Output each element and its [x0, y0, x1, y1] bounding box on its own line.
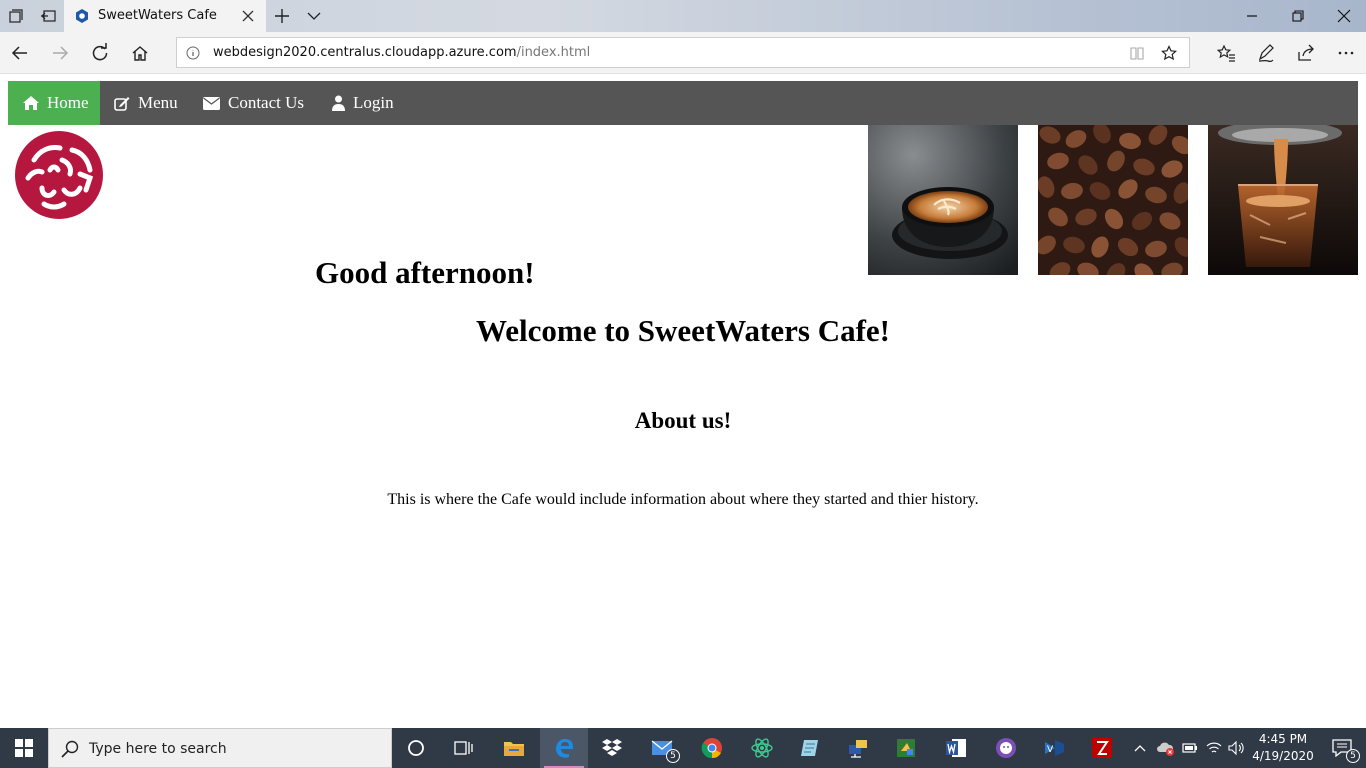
reading-view-icon[interactable] [1129, 45, 1145, 61]
windows-start-icon[interactable] [0, 728, 48, 768]
restore-icon[interactable] [1288, 6, 1308, 26]
taskbar-search-input[interactable]: Type here to search [48, 728, 392, 768]
tab-preview-icon[interactable] [6, 6, 26, 26]
clock-time: 4:45 PM [1258, 732, 1308, 746]
windows-taskbar: Type here to search 5 V 4:45 PM 4/19/202… [0, 728, 1366, 768]
minimize-icon[interactable] [1242, 6, 1262, 26]
new-tab-icon[interactable] [273, 7, 291, 25]
sync-tool-icon[interactable] [882, 728, 930, 768]
more-menu-icon[interactable] [1336, 43, 1356, 63]
edge-browser-icon[interactable] [540, 728, 588, 768]
clock-date: 4/19/2020 [1252, 749, 1314, 763]
atom-editor-icon[interactable] [738, 728, 786, 768]
cortana-icon[interactable] [392, 728, 440, 768]
svg-text:V: V [1047, 745, 1054, 755]
address-bar[interactable]: webdesign2020.centralus.cloudapp.azure.c… [176, 37, 1190, 68]
url-text: webdesign2020.centralus.cloudapp.azure.c… [213, 45, 590, 60]
home-icon [23, 96, 39, 110]
github-desktop-icon[interactable] [982, 728, 1030, 768]
nav-menu-label: Menu [138, 93, 178, 112]
chrome-icon[interactable] [688, 728, 736, 768]
greeting-heading: Good afternoon! [315, 255, 535, 290]
notes-app-icon[interactable] [786, 728, 834, 768]
edit-icon [114, 96, 130, 111]
back-arrow-icon[interactable] [10, 43, 30, 63]
set-aside-tabs-icon[interactable] [38, 6, 58, 26]
nav-home[interactable]: Home [8, 81, 100, 125]
refresh-icon[interactable] [90, 43, 110, 63]
share-icon[interactable] [1296, 43, 1316, 63]
welcome-heading: Welcome to SweetWaters Cafe! [475, 313, 891, 348]
site-navbar: Home Menu Contact Us Login [8, 81, 1358, 125]
network-tool-icon[interactable] [834, 728, 882, 768]
filezilla-icon[interactable] [1078, 728, 1126, 768]
cloud-sync-error-icon[interactable] [1154, 728, 1178, 768]
close-tab-icon[interactable] [240, 8, 256, 24]
favicon-icon [74, 8, 90, 24]
nav-menu[interactable]: Menu [114, 81, 178, 125]
nav-login-label: Login [353, 93, 394, 112]
about-paragraph: This is where the Cafe would include inf… [387, 491, 979, 508]
search-icon [61, 740, 79, 758]
url-host: webdesign2020.centralus.cloudapp.azure.c… [213, 45, 517, 60]
tab-title: SweetWaters Cafe [98, 8, 217, 23]
wifi-icon[interactable] [1204, 728, 1224, 768]
word-icon[interactable] [932, 728, 980, 768]
coffee-beans-photo [1038, 125, 1188, 275]
pen-notes-icon[interactable] [1256, 43, 1276, 63]
notifications-count-badge: 5 [1346, 749, 1360, 763]
nav-home-label: Home [47, 93, 89, 112]
envelope-icon [203, 96, 220, 110]
notifications-icon[interactable]: 5 [1318, 728, 1366, 768]
taskbar-clock[interactable]: 4:45 PM 4/19/2020 [1252, 731, 1314, 765]
volume-icon[interactable] [1226, 728, 1248, 768]
chevron-up-icon[interactable] [1130, 728, 1150, 768]
browser-tab-strip: SweetWaters Cafe [0, 0, 1366, 32]
nav-contact[interactable]: Contact Us [203, 81, 304, 125]
espresso-pour-photo [1208, 125, 1358, 275]
favorites-list-icon[interactable] [1216, 43, 1236, 63]
dropbox-icon[interactable] [588, 728, 636, 768]
mail-count-badge: 5 [666, 749, 680, 763]
visual-studio-icon[interactable]: V [1030, 728, 1078, 768]
battery-icon[interactable] [1180, 728, 1200, 768]
file-explorer-icon[interactable] [490, 728, 538, 768]
chevron-down-icon[interactable] [306, 8, 322, 24]
nav-login[interactable]: Login [332, 81, 394, 125]
forward-arrow-icon[interactable] [50, 43, 70, 63]
mail-icon[interactable]: 5 [638, 728, 686, 768]
info-icon[interactable] [186, 46, 200, 60]
latte-cup-photo [868, 125, 1018, 275]
task-view-icon[interactable] [440, 728, 488, 768]
tab-sweetwaters[interactable]: SweetWaters Cafe [64, 0, 266, 32]
home-browser-icon[interactable] [130, 43, 150, 63]
cafe-logo [14, 130, 104, 220]
close-window-icon[interactable] [1334, 6, 1354, 26]
url-path: /index.html [516, 45, 591, 60]
search-placeholder: Type here to search [89, 741, 227, 757]
nav-contact-label: Contact Us [228, 93, 305, 112]
favorite-star-icon[interactable] [1161, 45, 1177, 61]
about-heading: About us! [634, 408, 732, 433]
user-icon [332, 95, 345, 111]
browser-toolbar: webdesign2020.centralus.cloudapp.azure.c… [0, 32, 1366, 74]
